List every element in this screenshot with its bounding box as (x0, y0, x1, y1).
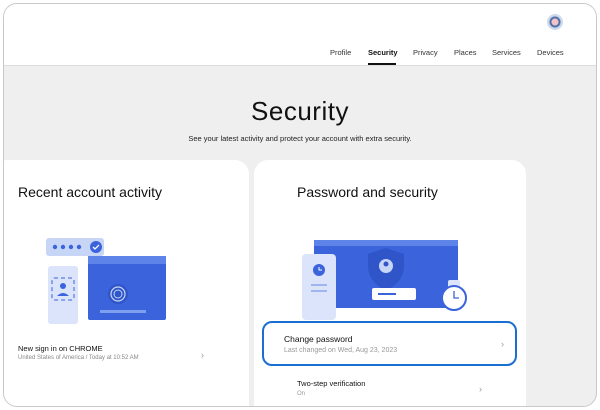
tab-services[interactable]: Services (492, 48, 521, 57)
two-step-verification-title[interactable]: Two-step verification (297, 379, 365, 388)
activity-item-title[interactable]: New sign in on CHROME (18, 344, 103, 353)
active-tab-underline (368, 63, 396, 65)
recent-activity-title: Recent account activity (18, 184, 162, 200)
recent-activity-card: Recent account activity New sign in on C… (4, 160, 249, 406)
tab-places[interactable]: Places (454, 48, 477, 57)
chevron-right-icon[interactable]: › (479, 384, 482, 394)
change-password-button[interactable]: Change password Last changed on Wed, Aug… (262, 321, 517, 366)
change-password-subtitle: Last changed on Wed, Aug 23, 2023 (284, 347, 398, 354)
page-title: Security (251, 96, 349, 126)
chevron-right-icon[interactable]: › (201, 350, 204, 360)
chevron-right-icon: › (501, 339, 504, 349)
password-illustration (302, 240, 467, 320)
password-security-title: Password and security (297, 184, 438, 200)
tab-devices[interactable]: Devices (537, 48, 564, 57)
profile-avatar-icon[interactable] (547, 14, 563, 30)
page-subtitle: See your latest activity and protect you… (188, 134, 412, 143)
tab-profile[interactable]: Profile (330, 48, 351, 57)
browser-frame: Profile Security Privacy Places Services… (3, 3, 597, 407)
activity-illustration (46, 238, 166, 324)
password-security-card: Password and security Change password La… (254, 160, 526, 406)
two-step-verification-status: On (297, 391, 306, 397)
top-navigation-bar: Profile Security Privacy Places Services… (4, 4, 596, 66)
tab-privacy[interactable]: Privacy (413, 48, 438, 57)
tab-security[interactable]: Security (368, 48, 398, 57)
activity-item-subtitle: United States of America / Today at 10:5… (18, 355, 139, 361)
change-password-title: Change password (284, 334, 353, 344)
